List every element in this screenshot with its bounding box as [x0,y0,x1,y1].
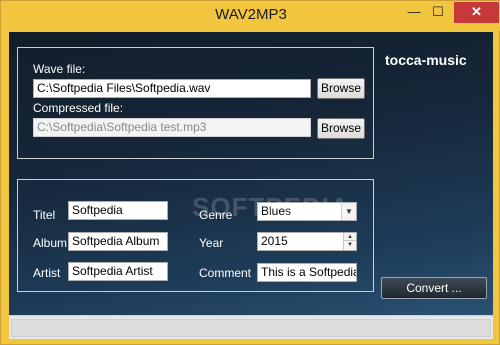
convert-button[interactable]: Convert ... [381,277,487,299]
softpedia-watermark: SOFTPEDIA [192,192,350,222]
title-bar[interactable]: WAV2MP3 — ☐ ✕ [1,1,500,31]
minimize-button[interactable]: — [405,2,423,22]
year-stepper[interactable]: 2015 ▲ ▼ [257,232,357,251]
artist-input[interactable]: Softpedia Artist [68,262,168,281]
album-input[interactable]: Softpedia Album [68,232,168,251]
comment-label: Comment [199,266,252,280]
wave-file-label: Wave file: [33,62,86,76]
window-title: WAV2MP3 [215,6,287,23]
artist-label: Artist [33,266,61,280]
spin-down-icon[interactable]: ▼ [344,241,356,249]
spin-up-icon[interactable]: ▲ [344,233,356,241]
main-panel: Wave file: C:\Softpedia Files\Softpedia.… [9,32,493,315]
year-value: 2015 [261,234,288,248]
titel-label: Titel [33,208,56,222]
app-window: WAV2MP3 — ☐ ✕ Wave file: C:\Softpedia Fi… [0,0,500,345]
browse-compressed-button[interactable]: Browse [317,118,365,139]
compressed-file-input[interactable]: C:\Softpedia\Softpedia test.mp3 [33,118,311,137]
progress-bar [11,319,491,337]
status-bar [9,315,493,339]
compressed-file-label: Compressed file: [33,101,124,115]
year-label: Year [199,236,224,250]
close-button[interactable]: ✕ [454,2,499,23]
wave-file-input[interactable]: C:\Softpedia Files\Softpedia.wav [33,79,311,98]
browse-wave-button[interactable]: Browse [317,78,365,99]
titel-input[interactable]: Softpedia [68,201,168,220]
album-label: Album [33,236,68,250]
brand-logo: tocca-music [385,52,467,68]
files-group: Wave file: C:\Softpedia Files\Softpedia.… [17,47,374,159]
year-spinner[interactable]: ▲ ▼ [343,233,356,250]
comment-input[interactable]: This is a Softpedia T [257,263,357,282]
maximize-button[interactable]: ☐ [429,2,447,22]
